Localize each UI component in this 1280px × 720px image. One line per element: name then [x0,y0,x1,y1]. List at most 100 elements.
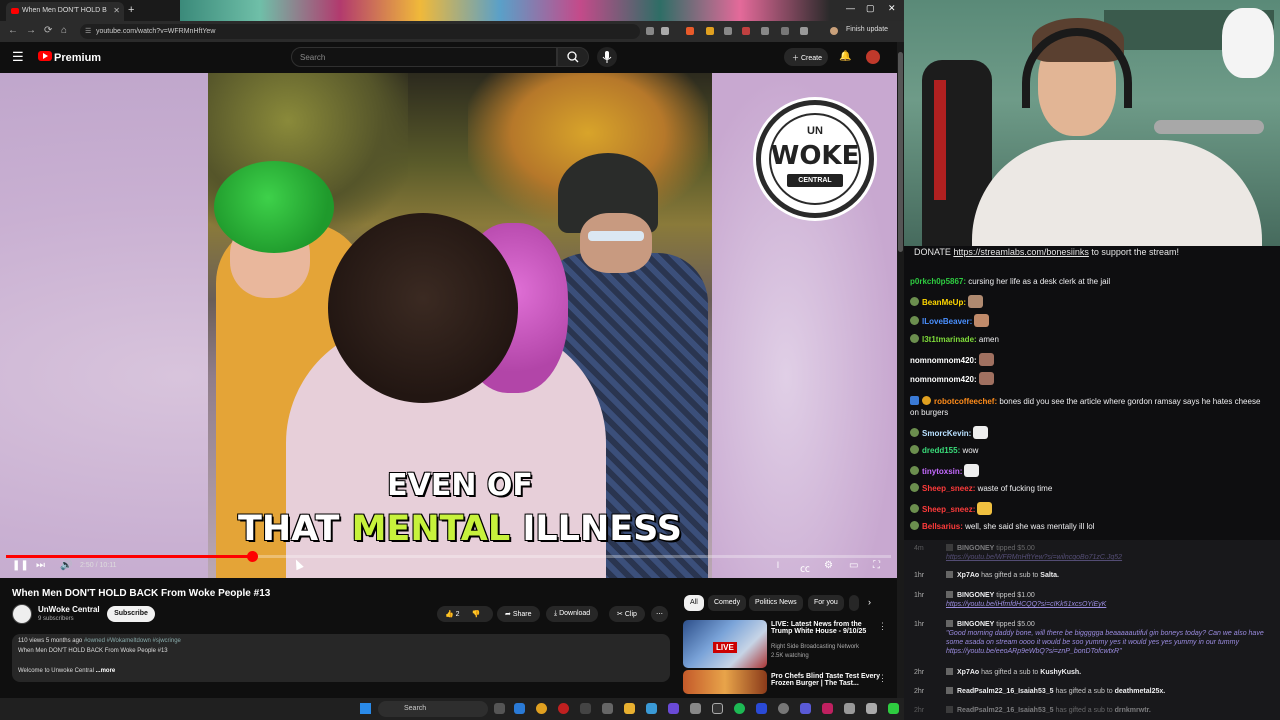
reload-icon[interactable]: ⟳ [44,25,52,36]
volume-icon[interactable]: 🔊 [60,560,72,571]
recommendation-title[interactable]: LIVE: Latest News from the Trump White H… [771,621,881,635]
app-icon[interactable] [712,703,723,714]
alert-user[interactable]: ReadPsalm22_16_Isaiah53_5 [957,688,1054,695]
extensions-puzzle-icon[interactable] [761,27,769,35]
alert-user[interactable]: Xp7Ao [957,669,979,676]
alert-user[interactable]: ReadPsalm22_16_Isaiah53_5 [957,707,1054,714]
create-button[interactable]: ＋ Create [784,48,828,66]
site-info-icon[interactable]: ☰ [85,27,91,35]
new-tab-icon[interactable]: + [128,4,134,16]
recommendation-thumbnail[interactable]: LIVE [683,620,767,668]
youtube-brand[interactable]: Premium [54,52,101,64]
app-icon[interactable] [822,703,833,714]
subscribe-button[interactable]: Subscribe [107,606,155,622]
app-icon[interactable] [690,703,701,714]
chip-comedy[interactable]: Comedy [708,595,747,611]
scrubber-handle[interactable] [247,551,259,562]
maximize-icon[interactable]: ▢ [866,3,875,14]
channel-avatar[interactable] [12,604,32,624]
alert-link[interactable]: https://youtu.be/WFRMnHftYew?si=wilncqoB… [946,554,1122,561]
chat-username[interactable]: l3t1tmarinade: [922,335,977,344]
like-dislike-button[interactable]: 👍 2 👎 [437,606,493,622]
app-icon[interactable] [646,703,657,714]
recommendation-title[interactable]: Pro Chefs Blind Taste Test Every Frozen … [771,673,881,687]
alert-user[interactable]: Xp7Ao [957,572,979,579]
app-icon[interactable] [602,703,613,714]
hashtags[interactable]: #owned #Wokameltdown #sjwcringe [84,638,181,644]
edge-icon[interactable] [514,703,525,714]
finish-update-button[interactable]: Finish update [846,26,888,33]
settings-gear-icon[interactable]: ⚙ [824,560,833,571]
youtube-logo-icon[interactable] [38,51,52,61]
channel-name[interactable]: UnWoke Central [38,605,100,614]
alert-target-user[interactable]: deathmetal25x. [1115,688,1166,695]
alert-target-user[interactable]: Salta. [1040,572,1059,579]
recommendation-channel[interactable]: Right Side Broadcasting Network [771,644,859,650]
video-progress-bar[interactable] [6,551,891,562]
pause-icon[interactable]: ❚❚ [12,560,29,571]
thumbs-down-icon[interactable]: 👎 [472,611,481,618]
chat-username[interactable]: Sheep_sneez: [922,484,975,493]
back-icon[interactable]: ← [8,25,18,36]
theater-mode-icon[interactable]: ▭ [849,560,858,571]
donate-link[interactable]: https://streamlabs.com/bonesiinks [953,247,1089,257]
next-icon[interactable]: ⏭ [36,560,45,571]
fullscreen-icon[interactable]: ⛶ [873,560,880,571]
browser-tab-youtube[interactable]: When Men DON'T HOLD B ✕ [6,2,124,21]
video-player[interactable]: EVEN OF THAT MENTAL ILLNESS UN WOKE CENT… [0,73,897,578]
extension-icon[interactable] [686,27,694,35]
chat-username[interactable]: tinytoxsin: [922,467,962,476]
clip-button[interactable]: ✂ Clip [609,606,645,622]
search-input[interactable]: Search [291,47,557,67]
kebab-menu-icon[interactable]: ⋮ [878,621,887,632]
windows-start-icon[interactable] [360,703,371,714]
chat-username[interactable]: Bellsarius: [922,522,963,531]
notifications-bell-icon[interactable]: 🔔 [839,51,851,62]
chat-username[interactable]: nomnomnom420: [910,375,977,384]
address-bar[interactable]: ☰ youtube.com/watch?v=WFRMnHftYew [80,24,640,39]
description-box[interactable]: 110 views 5 months ago #owned #Wokameltd… [12,634,670,682]
extension-icon[interactable] [706,27,714,35]
thumbs-up-icon[interactable]: 👍 [445,611,454,618]
show-more-link[interactable]: ...more [96,668,116,674]
alert-user[interactable]: BINGONEY [957,621,994,628]
side-panel-icon[interactable] [781,27,789,35]
taskbar-search[interactable]: Search [378,701,488,717]
alert-user[interactable]: BINGONEY [957,545,994,552]
app-icon[interactable] [844,703,855,714]
chip-overflow[interactable] [849,595,859,611]
chat-username[interactable]: BeanMeUp: [922,298,966,307]
app-icon[interactable] [668,703,679,714]
kebab-menu-icon[interactable]: ⋮ [878,673,887,684]
file-explorer-icon[interactable] [624,703,635,714]
chip-politics-news[interactable]: Politics News [749,595,803,611]
download-button[interactable]: ⤓ Download [546,606,599,622]
close-tab-icon[interactable]: ✕ [113,6,120,15]
install-icon[interactable] [646,27,654,35]
account-avatar[interactable] [866,50,880,64]
scrollbar-thumb[interactable] [898,52,903,252]
chip-for-you[interactable]: For you [808,595,844,611]
chat-username[interactable]: robotcoffeechef: [934,397,997,406]
voice-search-button[interactable] [597,47,617,67]
share-button[interactable]: ➦ Share [497,606,540,622]
minimize-icon[interactable]: — [846,3,855,13]
captions-icon[interactable]: ㏄ [800,560,810,575]
extension-icon[interactable] [742,27,750,35]
app-icon[interactable] [580,703,591,714]
home-icon[interactable]: ⌂ [61,25,67,36]
alert-link[interactable]: https://youtu.be/iHfmfdHCQQ?si=cIKk51xcs… [946,601,1106,608]
search-button[interactable] [557,47,589,67]
chat-username[interactable]: p0rkch0p5867: [910,277,966,286]
task-view-icon[interactable] [494,703,505,714]
menu-icon[interactable]: ☰ [12,49,24,65]
chat-username[interactable]: nomnomnom420: [910,356,977,365]
bookmark-star-icon[interactable] [661,27,669,35]
chrome-icon[interactable] [536,703,547,714]
spotify-icon[interactable] [734,703,745,714]
chip-all[interactable]: All [684,595,704,611]
close-window-icon[interactable]: ✕ [888,3,896,14]
chevron-right-icon[interactable]: › [868,597,871,607]
app-icon[interactable] [558,703,569,714]
forward-icon[interactable]: → [26,25,36,36]
